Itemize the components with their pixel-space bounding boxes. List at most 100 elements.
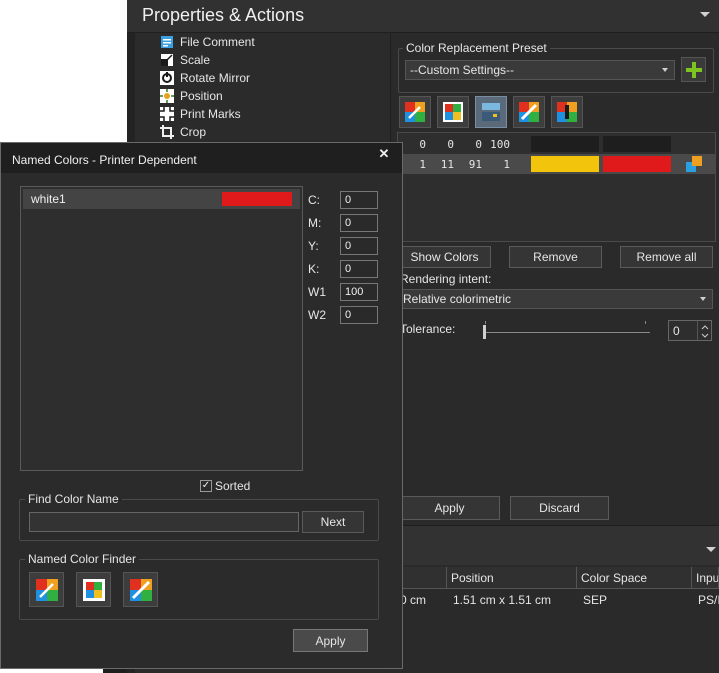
- m-value: 0: [447, 137, 454, 151]
- ruler-color-icon: [129, 578, 152, 601]
- tolerance-slider-thumb[interactable]: [483, 325, 486, 339]
- finder-ruler-button[interactable]: [123, 572, 158, 607]
- preset-group-title: Color Replacement Preset: [403, 41, 550, 55]
- tolerance-slider-track[interactable]: [484, 332, 650, 333]
- layout-icon: [686, 156, 702, 172]
- tree-item-label: File Comment: [180, 35, 255, 49]
- tree-item-print-marks[interactable]: Print Marks: [160, 105, 385, 123]
- rendering-intent-select[interactable]: Relative colorimetric: [398, 289, 713, 309]
- finder-grid-button[interactable]: [76, 572, 111, 607]
- table-row[interactable]: 0 0 0 100: [398, 134, 715, 154]
- next-button[interactable]: Next: [302, 511, 364, 533]
- panel-title: Properties & Actions: [142, 5, 305, 25]
- color-grid-button[interactable]: [437, 96, 469, 128]
- tree-item-label: Rotate Mirror: [180, 71, 251, 85]
- chevron-down-icon[interactable]: [700, 12, 710, 17]
- replacement-table: 0 0 0 100 1 11 91 1: [397, 132, 716, 242]
- color-swatch: [222, 192, 292, 206]
- to-color-swatch: [603, 156, 671, 172]
- sorted-label: Sorted: [215, 479, 251, 493]
- sorted-checkbox-row[interactable]: ✓ Sorted: [200, 479, 250, 493]
- field-row-k: K: 0: [308, 257, 378, 280]
- list-item[interactable]: white1: [23, 189, 300, 209]
- info-color-button[interactable]: [551, 96, 583, 128]
- m-value: 11: [440, 157, 454, 171]
- layout-button[interactable]: [475, 96, 507, 128]
- dialog-title: Named Colors - Printer Dependent: [12, 153, 197, 167]
- close-icon[interactable]: ✕: [377, 146, 391, 162]
- remove-all-button[interactable]: Remove all: [620, 246, 713, 268]
- scale-icon: [160, 53, 174, 67]
- tree-item-position[interactable]: Position: [160, 87, 385, 105]
- field-label: M:: [308, 215, 322, 230]
- ruler-color-icon: [519, 102, 539, 122]
- w1-field[interactable]: 100: [340, 282, 378, 301]
- tree-item-crop[interactable]: Crop: [160, 123, 385, 141]
- remove-button[interactable]: Remove: [509, 246, 602, 268]
- crop-icon: [160, 125, 174, 139]
- layout-icon: [482, 103, 500, 121]
- column-header-input[interactable]: Inpu: [692, 567, 719, 589]
- tree-item-label: Print Marks: [180, 107, 241, 121]
- info-color-icon: [557, 102, 577, 122]
- m-field[interactable]: 0: [340, 213, 378, 232]
- spin-arrows[interactable]: [697, 321, 711, 340]
- ruler-color-button[interactable]: [513, 96, 545, 128]
- field-row-y: Y: 0: [308, 234, 378, 257]
- color-grid-icon: [443, 102, 463, 122]
- print-marks-icon: [160, 107, 174, 121]
- rendering-intent-label: Rendering intent:: [400, 272, 492, 286]
- preset-select[interactable]: --Custom Settings--: [405, 60, 675, 80]
- column-header-color-space[interactable]: Color Space: [577, 567, 692, 589]
- tolerance-label: Tolerance:: [400, 322, 456, 336]
- field-label: Y:: [308, 238, 319, 253]
- chevron-down-icon[interactable]: [706, 547, 716, 552]
- table-row[interactable]: 1 11 91 1: [398, 154, 715, 174]
- tree-item-rotate-mirror[interactable]: Rotate Mirror: [160, 69, 385, 87]
- add-preset-button[interactable]: [681, 57, 706, 82]
- to-color-swatch: [603, 136, 671, 152]
- rendering-intent-value: Relative colorimetric: [403, 292, 512, 306]
- tree-item-label: Scale: [180, 53, 211, 67]
- y-field[interactable]: 0: [340, 236, 378, 255]
- cell-first: 0 cm: [400, 593, 427, 607]
- field-label: W1: [308, 284, 326, 299]
- field-label: C:: [308, 192, 320, 207]
- picker-edit-icon: [35, 578, 58, 601]
- preset-value: --Custom Settings--: [410, 63, 515, 77]
- action-tree: File Comment Scale Rotate Mirror Positio…: [160, 33, 385, 141]
- find-color-input[interactable]: [29, 512, 299, 532]
- dialog-apply-button[interactable]: Apply: [293, 629, 368, 652]
- column-header-position[interactable]: Position: [447, 567, 577, 589]
- color-name: white1: [31, 192, 66, 206]
- w2-field[interactable]: 0: [340, 305, 378, 324]
- k-field[interactable]: 0: [340, 259, 378, 278]
- field-label: W2: [308, 307, 326, 322]
- tree-item-file-comment[interactable]: File Comment: [160, 33, 385, 51]
- discard-button[interactable]: Discard: [510, 496, 609, 520]
- field-row-w1: W1 100: [308, 280, 378, 303]
- tree-item-scale[interactable]: Scale: [160, 51, 385, 69]
- chevron-down-icon: [700, 297, 706, 301]
- tree-item-label: Crop: [180, 125, 207, 139]
- c-field[interactable]: 0: [340, 190, 378, 209]
- cell-position: 1.51 cm x 1.51 cm: [453, 593, 552, 607]
- show-colors-button[interactable]: Show Colors: [398, 246, 491, 268]
- desktop-background: [0, 0, 127, 145]
- tolerance-spinbox[interactable]: 0: [668, 320, 712, 341]
- sorted-checkbox[interactable]: ✓: [200, 480, 212, 492]
- field-row-c: C: 0: [308, 188, 378, 211]
- slider-tick: [645, 321, 646, 324]
- apply-button[interactable]: Apply: [399, 496, 500, 520]
- finder-group-title: Named Color Finder: [25, 552, 140, 566]
- named-colors-list[interactable]: white1: [20, 186, 303, 471]
- position-icon: [160, 89, 174, 103]
- replacement-toolbar: [399, 96, 583, 128]
- finder-picker-button[interactable]: [29, 572, 64, 607]
- tolerance-value: 0: [673, 323, 680, 338]
- picker-edit-button[interactable]: [399, 96, 431, 128]
- color-grid-icon: [82, 578, 105, 601]
- k-value: 100: [490, 137, 510, 151]
- cell-input: PS/I: [698, 593, 719, 607]
- field-row-w2: W2 0: [308, 303, 378, 326]
